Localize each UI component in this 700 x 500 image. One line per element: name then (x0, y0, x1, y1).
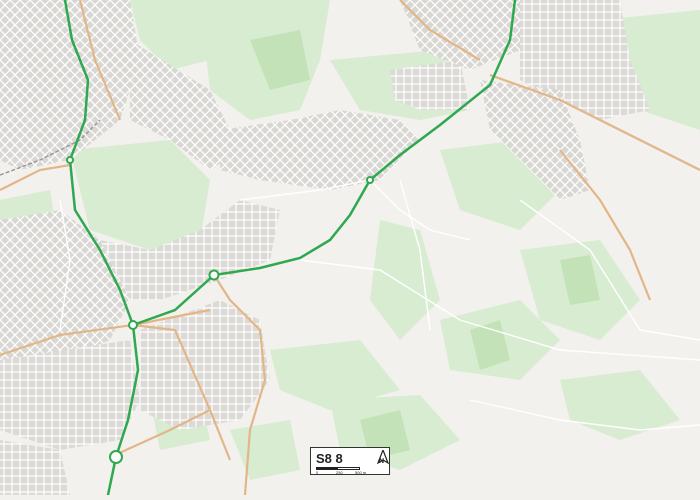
map-legend: S8 8 N 0 250 500 m (310, 447, 390, 475)
scale-tick-0: 0 (316, 470, 319, 475)
postcode-title: S8 8 (316, 451, 343, 466)
map-canvas (0, 0, 700, 497)
scale-tick-250: 250 (336, 470, 343, 475)
north-label: N (379, 458, 385, 465)
map-area[interactable]: S8 8 N 0 250 500 m (0, 0, 700, 497)
scale-tick-500: 500 m (355, 470, 367, 475)
